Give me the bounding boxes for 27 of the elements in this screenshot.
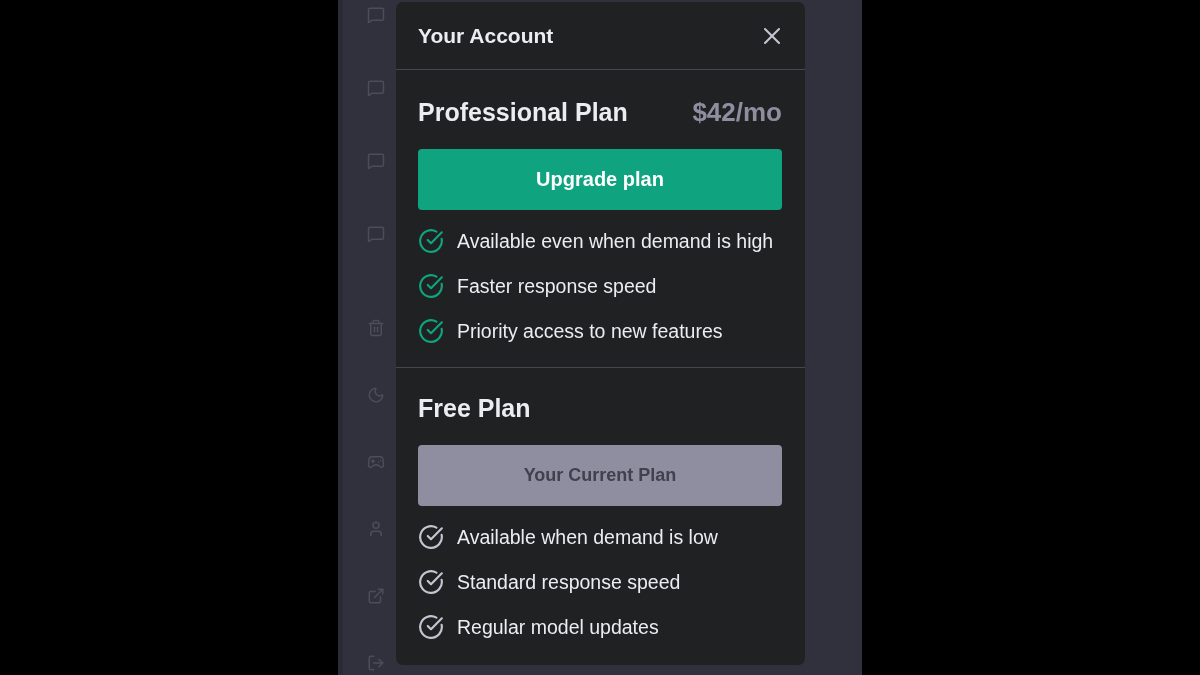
feature-text: Available when demand is low bbox=[457, 525, 718, 549]
plan-name: Professional Plan bbox=[418, 97, 628, 127]
dialog-title: Your Account bbox=[418, 23, 554, 48]
moon-icon[interactable] bbox=[367, 386, 385, 404]
user-icon[interactable] bbox=[367, 520, 385, 538]
check-circle-icon bbox=[418, 524, 444, 550]
chat-bubble-icon[interactable] bbox=[367, 79, 385, 97]
chat-bubble-icon[interactable] bbox=[367, 225, 385, 243]
plan-name: Free Plan bbox=[418, 393, 531, 423]
log-out-icon[interactable] bbox=[367, 654, 385, 672]
plan-price: $42/mo bbox=[692, 96, 782, 128]
check-circle-icon bbox=[418, 228, 444, 254]
feature-text: Regular model updates bbox=[457, 615, 659, 639]
feature-text: Priority access to new features bbox=[457, 319, 723, 343]
check-circle-icon bbox=[418, 569, 444, 595]
feature-text: Standard response speed bbox=[457, 570, 681, 594]
external-link-icon[interactable] bbox=[367, 587, 385, 605]
upgrade-button[interactable]: Upgrade plan bbox=[418, 149, 782, 210]
feature-text: Available even when demand is high bbox=[457, 229, 774, 253]
game-controller-icon[interactable] bbox=[367, 453, 385, 471]
chat-bubble-icon[interactable] bbox=[367, 152, 385, 170]
chat-bubble-icon[interactable] bbox=[367, 6, 385, 24]
check-circle-icon bbox=[418, 614, 444, 640]
check-circle-icon bbox=[418, 318, 444, 344]
feature-text: Faster response speed bbox=[457, 274, 657, 298]
check-circle-icon bbox=[418, 273, 444, 299]
trash-icon[interactable] bbox=[367, 319, 385, 337]
